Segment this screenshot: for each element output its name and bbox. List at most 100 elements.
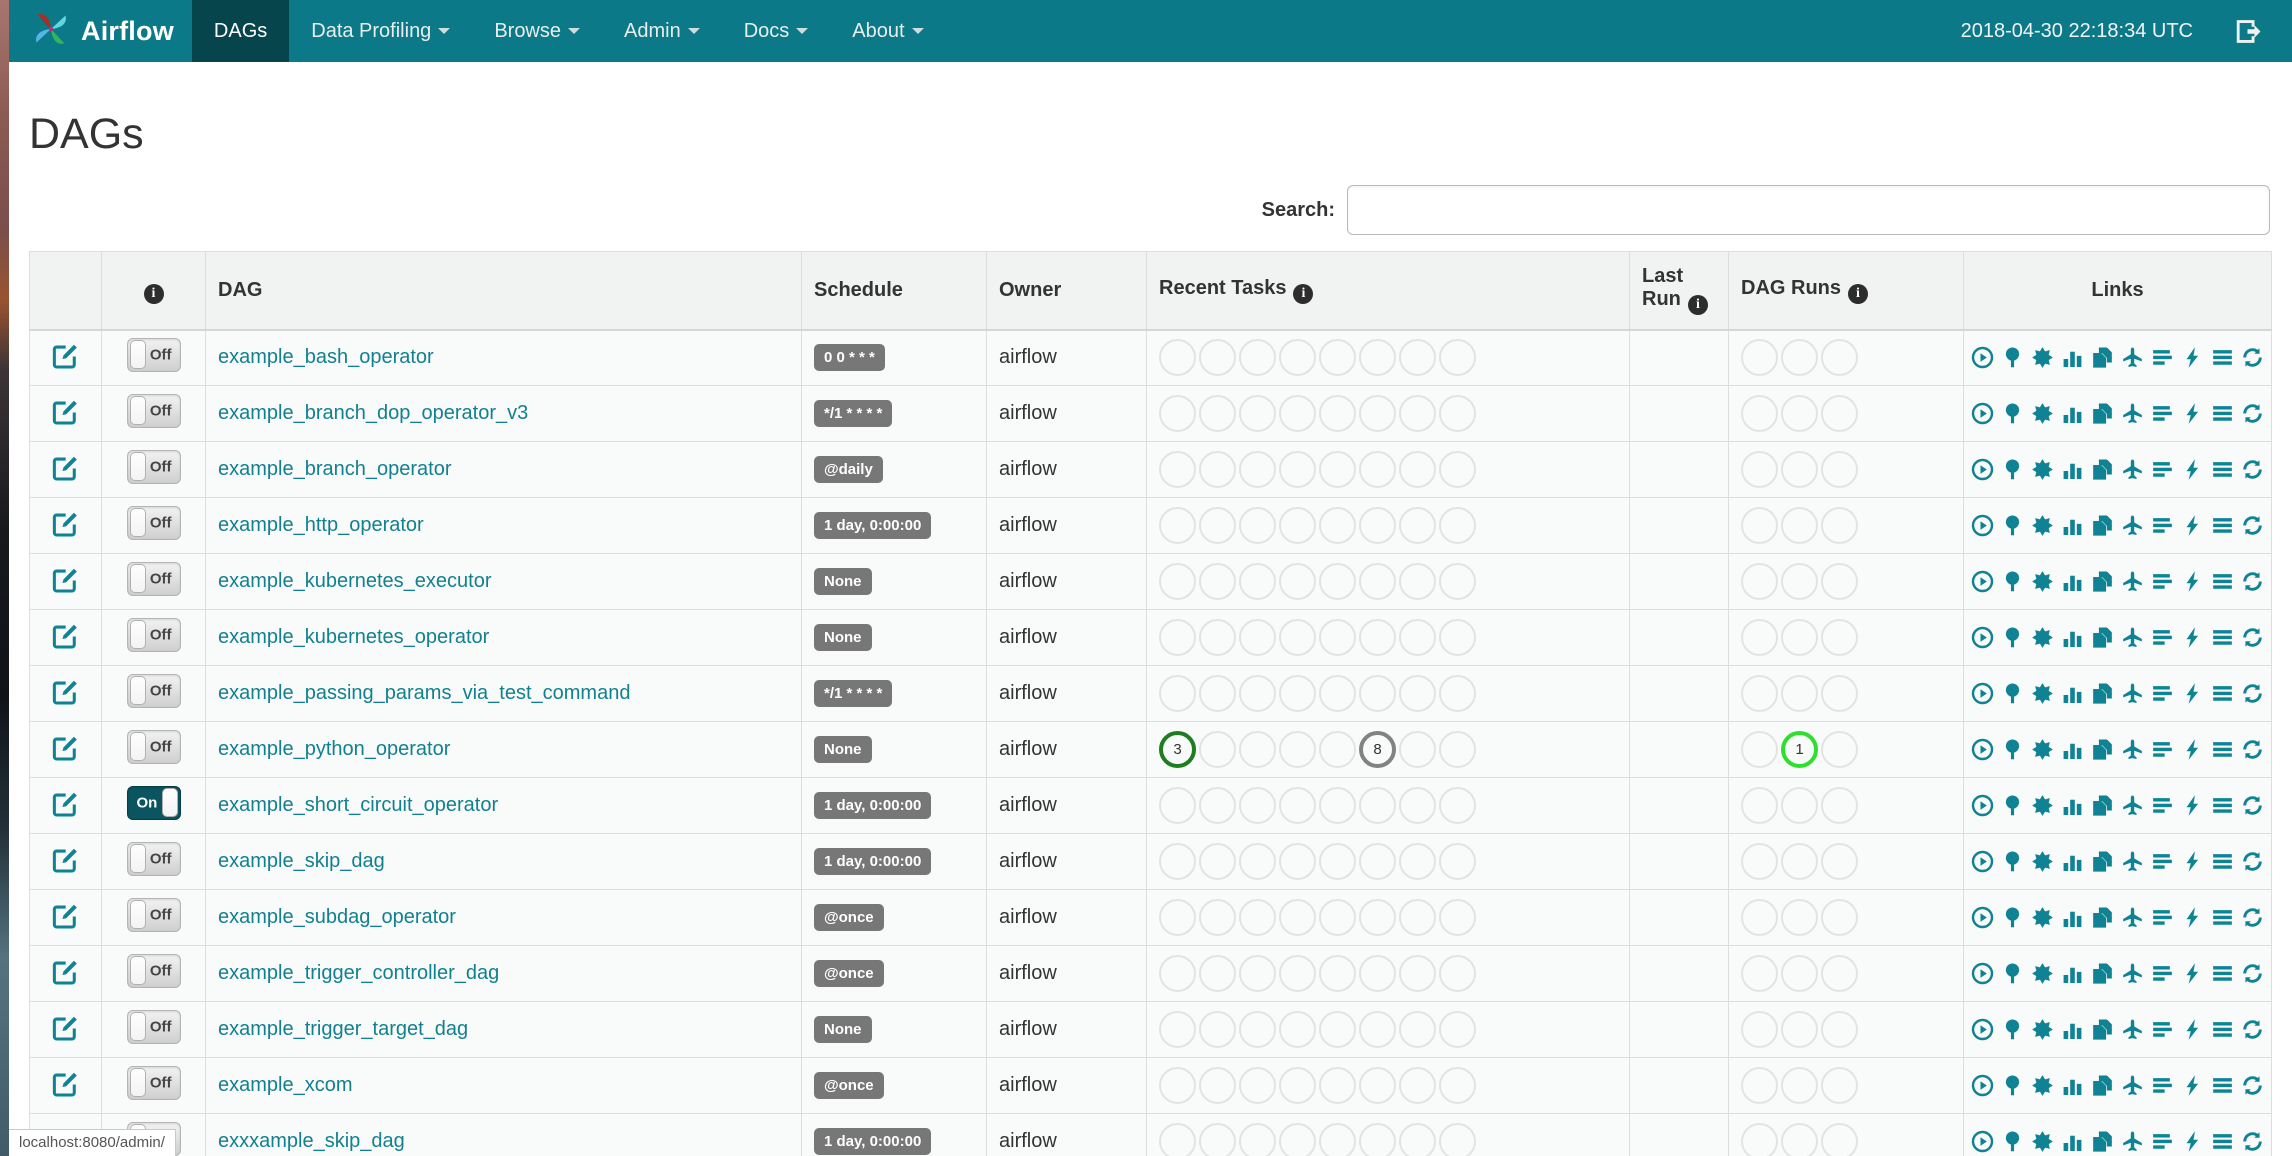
task-state-circle[interactable] [1199, 1123, 1236, 1156]
landing-times-plane-icon[interactable] [2121, 794, 2144, 817]
dag-pause-toggle[interactable]: Off [126, 338, 181, 373]
refresh-icon[interactable] [2241, 850, 2264, 873]
tree-icon[interactable] [2001, 1130, 2024, 1153]
dag-run-circle[interactable] [1781, 899, 1818, 936]
task-tries-icon[interactable] [2091, 850, 2114, 873]
dag-link[interactable]: example_http_operator [218, 514, 424, 536]
task-state-circle[interactable] [1319, 339, 1356, 377]
dag-run-circle[interactable] [1781, 843, 1818, 880]
dag-link[interactable]: example_branch_dop_operator_v3 [218, 402, 528, 424]
task-tries-icon[interactable] [2091, 570, 2114, 593]
task-state-circle[interactable] [1279, 451, 1316, 488]
task-state-circle[interactable] [1359, 1123, 1396, 1156]
graph-icon[interactable] [2031, 850, 2054, 873]
landing-times-plane-icon[interactable] [2121, 1130, 2144, 1153]
task-state-circle[interactable] [1199, 619, 1236, 656]
graph-icon[interactable] [2031, 514, 2054, 537]
nav-item-admin[interactable]: Admin [602, 0, 722, 62]
dag-run-circle[interactable] [1741, 507, 1778, 544]
dag-pause-toggle[interactable]: Off [126, 394, 181, 428]
graph-icon[interactable] [2031, 458, 2054, 481]
task-state-circle[interactable] [1159, 451, 1196, 488]
task-state-circle[interactable] [1439, 507, 1476, 544]
task-state-circle[interactable] [1199, 899, 1236, 936]
task-tries-icon[interactable] [2091, 906, 2114, 929]
edit-dag-icon[interactable] [52, 678, 79, 705]
task-state-circle[interactable] [1279, 787, 1316, 824]
refresh-icon[interactable] [2241, 1130, 2264, 1153]
task-state-circle[interactable] [1319, 955, 1356, 992]
code-bolt-icon[interactable] [2181, 458, 2204, 481]
edit-dag-icon[interactable] [52, 1070, 79, 1097]
task-state-circle[interactable] [1399, 507, 1436, 544]
task-state-circle[interactable] [1279, 395, 1316, 432]
landing-times-plane-icon[interactable] [2121, 682, 2144, 705]
tree-icon[interactable] [2001, 682, 2024, 705]
task-state-circle[interactable] [1359, 451, 1396, 488]
dag-run-circle[interactable] [1781, 1011, 1818, 1048]
task-state-circle[interactable] [1199, 787, 1236, 824]
dag-pause-toggle[interactable]: Off [126, 506, 181, 540]
task-state-circle[interactable] [1359, 563, 1396, 600]
task-state-circle[interactable] [1199, 843, 1236, 880]
task-state-circle[interactable] [1319, 563, 1356, 600]
task-state-circle[interactable] [1239, 899, 1276, 936]
code-bolt-icon[interactable] [2181, 1074, 2204, 1097]
task-state-circle[interactable] [1159, 507, 1196, 544]
dag-run-circle[interactable] [1741, 339, 1778, 377]
graph-icon[interactable] [2031, 402, 2054, 425]
dag-run-circle[interactable] [1741, 843, 1778, 880]
dag-run-circle[interactable] [1741, 955, 1778, 992]
task-state-circle[interactable] [1159, 619, 1196, 656]
logs-icon[interactable] [2211, 346, 2234, 369]
brand-home-link[interactable]: Airflow [9, 0, 192, 62]
edit-dag-icon[interactable] [52, 790, 79, 817]
dag-pause-toggle[interactable]: Off [126, 618, 181, 652]
dag-link[interactable]: exxxample_skip_dag [218, 1130, 405, 1152]
task-state-circle[interactable] [1279, 899, 1316, 936]
play-circle-icon[interactable] [1971, 906, 1994, 929]
dag-pause-toggle[interactable]: Off [126, 562, 181, 596]
task-state-circle[interactable] [1159, 787, 1196, 824]
dag-pause-toggle[interactable]: Off [126, 674, 181, 708]
refresh-icon[interactable] [2241, 458, 2264, 481]
landing-times-plane-icon[interactable] [2121, 402, 2144, 425]
tree-icon[interactable] [2001, 514, 2024, 537]
tree-icon[interactable] [2001, 1018, 2024, 1041]
logs-icon[interactable] [2211, 1130, 2234, 1153]
logs-icon[interactable] [2211, 458, 2234, 481]
task-state-circle[interactable] [1199, 507, 1236, 544]
task-state-circle[interactable] [1439, 1067, 1476, 1104]
dag-link[interactable]: example_bash_operator [218, 346, 434, 368]
dag-run-circle[interactable] [1821, 451, 1858, 488]
logs-icon[interactable] [2211, 1018, 2234, 1041]
play-circle-icon[interactable] [1971, 682, 1994, 705]
task-tries-icon[interactable] [2091, 682, 2114, 705]
task-state-circle[interactable] [1239, 1067, 1276, 1104]
task-state-circle[interactable] [1439, 731, 1476, 768]
task-state-circle[interactable] [1319, 451, 1356, 488]
edit-dag-icon[interactable] [52, 846, 79, 873]
landing-times-plane-icon[interactable] [2121, 1074, 2144, 1097]
dag-link[interactable]: example_passing_params_via_test_command [218, 682, 630, 704]
duration-chart-icon[interactable] [2061, 458, 2084, 481]
task-state-circle[interactable] [1199, 1067, 1236, 1104]
dag-run-circle[interactable] [1741, 1067, 1778, 1104]
task-state-circle[interactable] [1399, 563, 1436, 600]
task-state-circle[interactable] [1199, 451, 1236, 488]
gantt-icon[interactable] [2151, 346, 2174, 369]
dag-run-circle[interactable] [1741, 675, 1778, 712]
dag-run-circle[interactable] [1781, 563, 1818, 600]
graph-icon[interactable] [2031, 1130, 2054, 1153]
gantt-icon[interactable] [2151, 1074, 2174, 1097]
task-state-circle[interactable] [1279, 1011, 1316, 1048]
dag-run-circle[interactable] [1821, 339, 1858, 377]
landing-times-plane-icon[interactable] [2121, 346, 2144, 369]
task-state-circle[interactable] [1239, 675, 1276, 712]
task-tries-icon[interactable] [2091, 1018, 2114, 1041]
dag-run-circle[interactable] [1781, 619, 1818, 656]
refresh-icon[interactable] [2241, 1018, 2264, 1041]
task-state-circle[interactable] [1359, 787, 1396, 824]
code-bolt-icon[interactable] [2181, 850, 2204, 873]
code-bolt-icon[interactable] [2181, 626, 2204, 649]
